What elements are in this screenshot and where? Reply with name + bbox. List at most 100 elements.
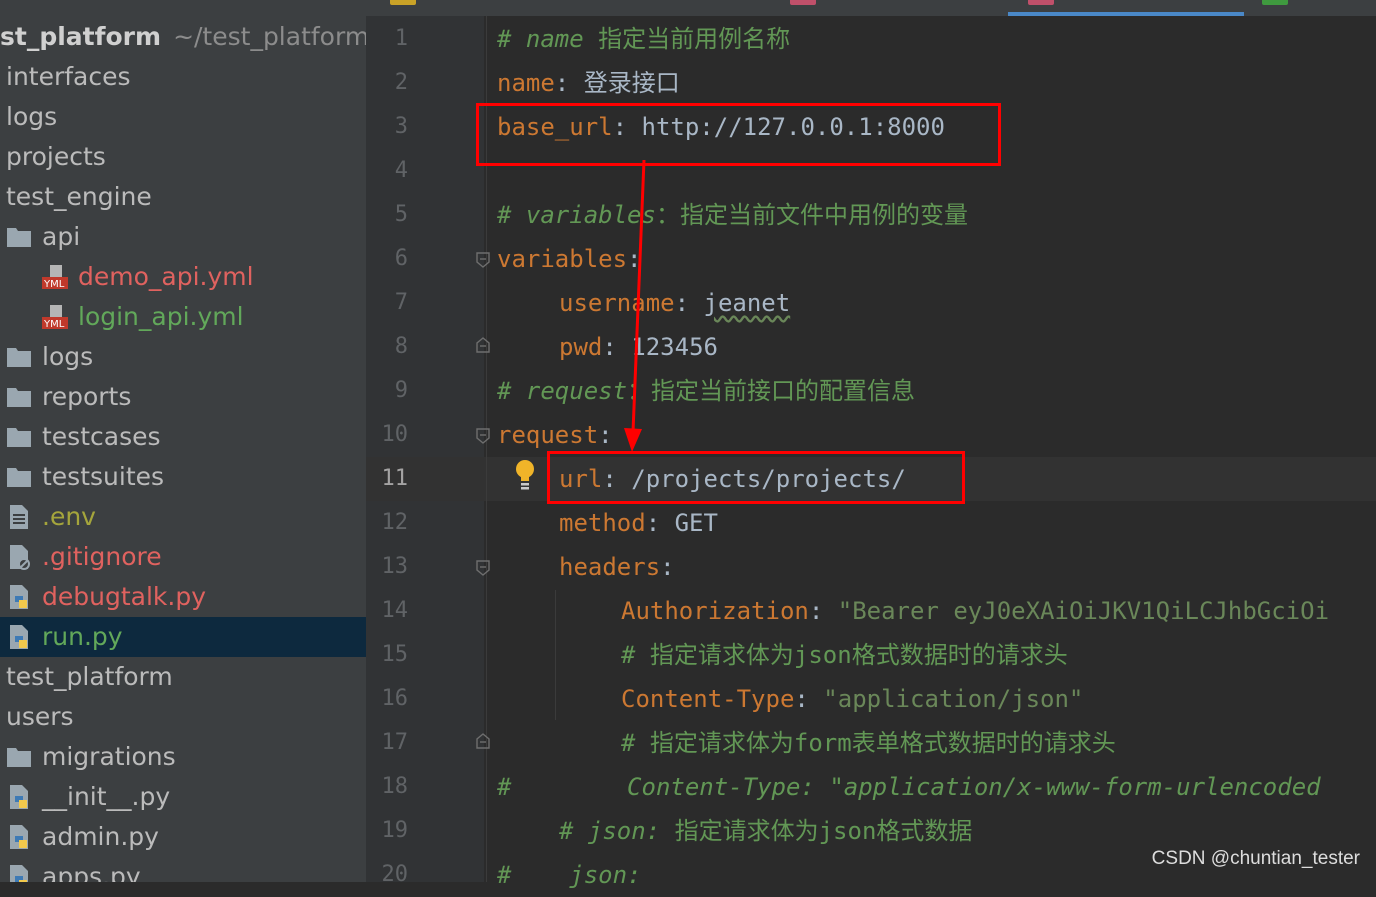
tree-item[interactable]: testsuites	[0, 457, 366, 497]
tree-item[interactable]: YML login_api.yml	[0, 297, 366, 337]
code-line-7[interactable]: username: jeanet	[559, 281, 790, 325]
tree-item[interactable]: test_platform	[0, 657, 366, 697]
line-number: 20	[381, 862, 409, 887]
fold-open-icon[interactable]	[476, 560, 490, 576]
line-number: 16	[381, 686, 409, 711]
folder-icon	[7, 228, 31, 247]
python-file-icon	[10, 825, 28, 849]
tree-item[interactable]: .gitignore	[0, 537, 366, 577]
code-line-20[interactable]: # json:	[497, 853, 642, 897]
lightbulb-icon[interactable]	[512, 458, 538, 492]
comment: # request	[497, 377, 628, 405]
tree-item-label: testcases	[42, 422, 161, 451]
tree-item[interactable]: interfaces	[0, 57, 366, 97]
code-line-17[interactable]: # 指定请求体为form表单格式数据时的请求头	[621, 721, 1116, 765]
fold-open-icon[interactable]	[476, 428, 490, 444]
yaml-key: pwd	[559, 333, 603, 361]
code-line-15[interactable]: # 指定请求体为json格式数据时的请求头	[621, 633, 1068, 677]
tree-item[interactable]: __init__.py	[0, 777, 366, 817]
yaml-key: name	[497, 69, 555, 97]
python-file-icon	[10, 625, 28, 649]
project-tree-panel: st_platform ~/test_platform/t interfaces l…	[0, 0, 366, 882]
yaml-value: GET	[674, 509, 718, 537]
yml-file-icon: YML	[42, 265, 68, 290]
python-file-icon	[10, 785, 28, 809]
tree-item[interactable]: api	[0, 217, 366, 257]
annotation-box-base-url	[476, 103, 1001, 166]
code-line-13[interactable]: headers:	[559, 545, 675, 589]
tree-item[interactable]: debugtalk.py	[0, 577, 366, 617]
code-line-5[interactable]: # variables：指定当前文件中用例的变量	[497, 193, 968, 237]
tree-item-label: apps.py	[42, 862, 141, 882]
python-file-icon	[10, 585, 28, 609]
tree-item[interactable]: run.py	[0, 617, 366, 657]
code-line-1[interactable]: # name 指定当前用例名称	[497, 17, 790, 61]
tree-item-label: debugtalk.py	[42, 582, 206, 611]
tree-item[interactable]: logs	[0, 337, 366, 377]
code-line-8[interactable]: pwd: 123456	[559, 325, 718, 369]
code-line-6[interactable]: variables:	[497, 237, 642, 281]
tab-icon[interactable]	[390, 0, 416, 5]
fold-end-icon[interactable]	[476, 337, 490, 353]
yaml-key: request	[497, 421, 599, 449]
tree-item[interactable]: .env	[0, 497, 366, 537]
tree-item-label: test_platform	[6, 662, 173, 691]
line-number: 2	[394, 70, 408, 95]
yml-tab-icon[interactable]	[790, 0, 816, 5]
tree-item-label: admin.py	[42, 822, 159, 851]
tab-icon[interactable]	[1262, 0, 1288, 5]
tree-item[interactable]: test_engine	[0, 177, 366, 217]
fold-open-icon[interactable]	[476, 252, 490, 268]
tree-item[interactable]: testcases	[0, 417, 366, 457]
comment: #	[621, 729, 650, 757]
comment: # json:	[497, 861, 642, 889]
comment: #	[621, 641, 650, 669]
tree-item[interactable]: projects	[0, 137, 366, 177]
code-line-18[interactable]: # Content-Type: "application/x-www-form-…	[497, 765, 1321, 809]
code-line-9[interactable]: # request：指定当前接口的配置信息	[497, 369, 915, 413]
folder-icon	[7, 348, 31, 367]
yml-tab-icon-active[interactable]	[1028, 0, 1054, 5]
line-number: 13	[381, 554, 409, 579]
tree-item-label: projects	[6, 142, 106, 171]
tree-item-label: logs	[6, 102, 58, 131]
code-line-12[interactable]: method: GET	[559, 501, 718, 545]
tree-item[interactable]: migrations	[0, 737, 366, 777]
tree-item-label: .env	[42, 502, 96, 531]
line-number: 19	[381, 818, 409, 843]
tree-item-label: __init__.py	[42, 782, 171, 811]
tree-item[interactable]: admin.py	[0, 817, 366, 857]
yaml-string-value: "Bearer eyJ0eXAiOiJKV1QiLCJhbGciOi	[837, 597, 1330, 625]
line-number: 8	[394, 334, 408, 359]
project-root-row[interactable]: st_platform ~/test_platform/t	[0, 17, 366, 57]
yml-file-icon: YML	[42, 305, 68, 330]
yaml-key: method	[559, 509, 646, 537]
tree-item[interactable]: users	[0, 697, 366, 737]
comment-text: 指定请求体为form表单格式数据时的请求头	[649, 729, 1116, 757]
folder-icon	[7, 748, 31, 767]
tree-item[interactable]: YML demo_api.yml	[0, 257, 366, 297]
tree-item-label: login_api.yml	[78, 302, 244, 331]
tree-item-label: migrations	[42, 742, 176, 771]
code-line-14[interactable]: Authorization: "Bearer eyJ0eXAiOiJKV1QiL…	[621, 589, 1329, 633]
yaml-key: variables	[497, 245, 628, 273]
folder-icon	[7, 428, 31, 447]
yaml-key: Content-Type	[621, 685, 795, 713]
code-line-19[interactable]: # json: 指定请求体为json格式数据	[559, 809, 972, 853]
watermark: CSDN @chuntian_tester	[1151, 848, 1360, 869]
line-number: 17	[381, 730, 409, 755]
active-tab-underline	[1008, 12, 1244, 16]
code-line-16[interactable]: Content-Type: "application/json"	[621, 677, 1083, 721]
yaml-string-value: "application/json"	[823, 685, 1084, 713]
fold-end-icon[interactable]	[476, 733, 490, 749]
tree-item[interactable]: logs	[0, 97, 366, 137]
tree-item-label: .gitignore	[42, 542, 162, 571]
line-number: 4	[394, 158, 408, 183]
line-number: 14	[381, 598, 409, 623]
tree-item[interactable]: reports	[0, 377, 366, 417]
python-file-icon	[10, 865, 28, 882]
yaml-value: 登录接口	[583, 69, 680, 97]
tree-item[interactable]: apps.py	[0, 857, 366, 882]
line-number: 9	[394, 378, 408, 403]
code-line-2[interactable]: name: 登录接口	[497, 61, 680, 105]
